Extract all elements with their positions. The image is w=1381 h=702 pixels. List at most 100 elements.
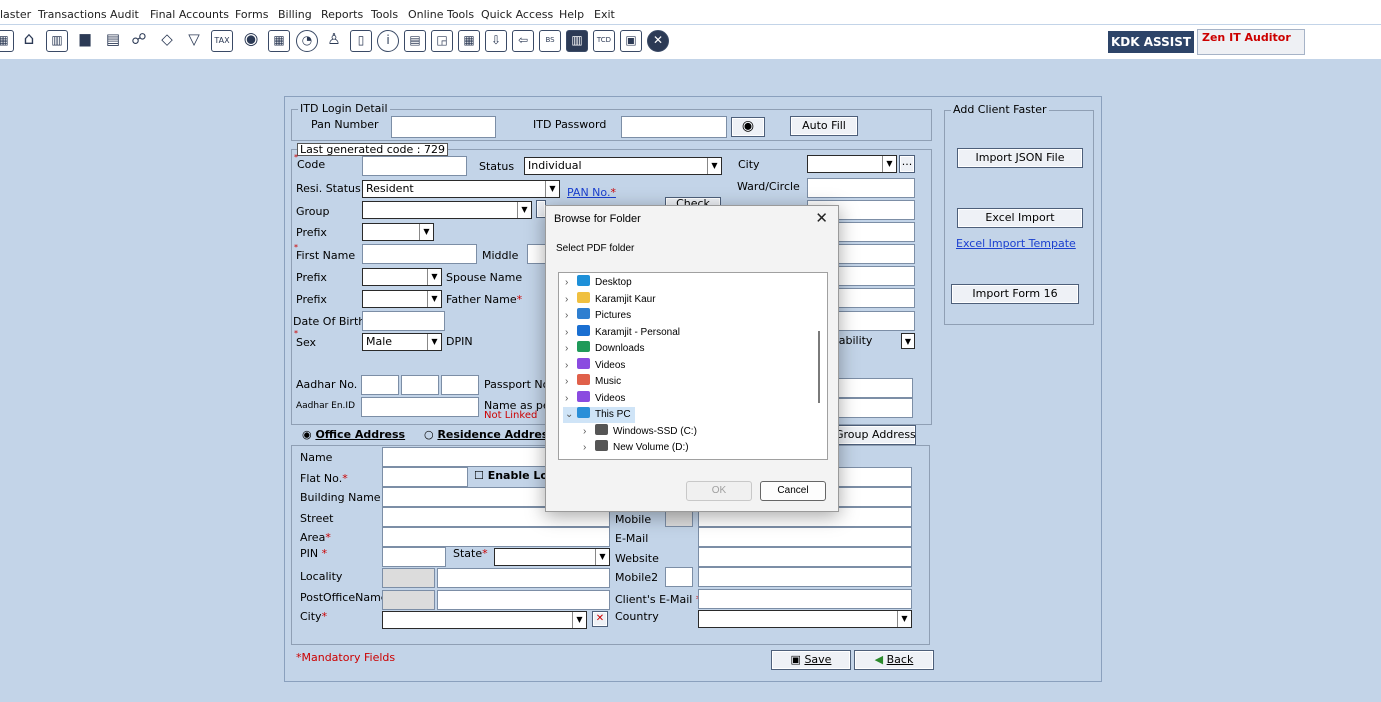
ledger-icon[interactable]: ▣ [620,30,642,52]
show-password-eye-icon[interactable]: ◉ [731,117,765,137]
aadhar-en-input[interactable] [361,397,479,417]
tree-scrollbar[interactable] [818,331,820,403]
menu-master[interactable]: laster [0,8,31,21]
locality-code-input[interactable] [382,568,435,588]
import-icon[interactable]: ⇩ [485,30,507,52]
zen-it-auditor-button[interactable]: Zen IT Auditor [1197,29,1305,55]
city-browse-button[interactable]: ... [899,155,915,173]
tree-item[interactable]: › Desktop [565,275,632,291]
prefix-select[interactable]: ▼ [362,223,434,241]
menu-exit[interactable]: Exit [594,8,615,21]
folder-tree[interactable]: › Desktop › Karamjit Kaur › Pictures › Karamjit… [558,272,828,460]
tree-item[interactable]: › Music [565,374,621,390]
tree-item[interactable]: › Pictures [565,308,631,324]
menu-final-accounts[interactable]: Final Accounts [150,8,229,21]
first-name-input[interactable] [362,244,477,264]
state-select[interactable]: ▼ [494,548,610,566]
office-address-radio[interactable]: ◉ Office Address [302,428,405,441]
ok-button[interactable]: OK [686,481,752,501]
code-input[interactable] [362,156,467,176]
pan-no-label[interactable]: PAN No.* [567,186,616,199]
locality-input[interactable] [437,568,610,588]
chevron-right-icon[interactable]: › [565,308,577,324]
dob-input[interactable] [362,311,445,331]
city-top-select[interactable]: ▼ [807,155,897,173]
chevron-right-icon[interactable]: › [565,325,577,341]
chevron-right-icon[interactable]: › [565,374,577,390]
client-email-input[interactable] [698,589,912,609]
pie-icon[interactable]: ◔ [296,30,318,52]
resi-status-select[interactable]: Resident ▼ [362,180,560,198]
area-input[interactable] [382,527,610,547]
residence-address-radio[interactable]: ○ Residence Addres [424,428,548,441]
ward-circle-input[interactable] [807,178,915,198]
itd-password-input[interactable] [621,116,727,138]
menu-reports[interactable]: Reports [321,8,363,21]
menu-tools[interactable]: Tools [371,8,398,21]
mobile2-code-input[interactable] [665,567,693,587]
books-icon[interactable]: ▥ [566,30,588,52]
tree-item[interactable]: › Karamjit Kaur [565,291,656,308]
menu-billing[interactable]: Billing [278,8,312,21]
group-select[interactable]: ▼ [362,201,532,219]
kdk-assist-button[interactable]: KDK ASSIST [1108,31,1194,53]
import-json-button[interactable]: Import JSON File [957,148,1083,168]
addr-name-input[interactable] [382,447,546,467]
tree-item[interactable]: › Karamjit - Personal [565,324,680,341]
flat-no-input[interactable] [382,467,468,487]
spouse-prefix-select[interactable]: ▼ [362,268,442,286]
tree-item[interactable]: › Downloads [565,341,644,357]
chevron-right-icon[interactable]: › [565,391,577,407]
chevron-right-icon[interactable]: › [565,292,577,308]
mobile2-input[interactable] [698,567,912,587]
sheet-icon[interactable]: ▤ [404,30,426,52]
post-office-input[interactable] [437,590,610,610]
aadhar-part-1[interactable] [361,375,399,395]
tree-item[interactable]: › New Volume (D:) [583,440,689,456]
menu-audit[interactable]: Audit [110,8,139,21]
sex-select[interactable]: Male ▼ [362,333,442,351]
building-icon[interactable]: ▤ [102,30,124,52]
bs-icon[interactable]: BS [539,30,561,52]
document-icon[interactable]: ▯ [350,30,372,52]
disability-select[interactable]: sability ▼ [830,333,915,351]
menu-online-tools[interactable]: Online Tools [408,8,474,21]
addr-city-select[interactable]: ▼ [382,611,587,629]
import-form16-button[interactable]: Import Form 16 [951,284,1079,304]
menu-quick-access[interactable]: Quick Access [481,8,553,21]
father-prefix-select[interactable]: ▼ [362,290,442,308]
home-icon[interactable]: ⌂ [18,30,40,52]
excel-import-button[interactable]: Excel Import [957,208,1083,228]
info-icon[interactable]: i [377,30,399,52]
chevron-right-icon[interactable]: › [565,275,577,291]
tree-item[interactable]: › Videos [565,357,625,374]
schedule-icon[interactable]: ▦ [458,30,480,52]
tax-icon[interactable]: TAX [211,30,233,52]
export-icon[interactable]: ⇦ [512,30,534,52]
enable-location-checkbox[interactable]: ☐ Enable Lo [474,469,548,482]
group-address-button[interactable]: Group Address [834,425,916,445]
aadhar-part-3[interactable] [441,375,479,395]
menu-transactions[interactable]: Transactions [38,8,107,21]
tag-icon[interactable]: ◇ [156,30,178,52]
filter-icon[interactable]: ▽ [183,30,205,52]
report-icon[interactable]: ◲ [431,30,453,52]
bar-chart-icon[interactable]: ▆ [74,30,96,52]
close-app-icon[interactable]: ✕ [647,30,669,52]
chevron-right-icon[interactable]: › [583,424,595,440]
building-name-input[interactable] [382,487,546,507]
calendar-icon[interactable]: ▦ [0,30,14,52]
menu-help[interactable]: Help [559,8,584,21]
pan-number-input[interactable] [391,116,496,138]
auto-fill-button[interactable]: Auto Fill [790,116,858,136]
save-button[interactable]: ▣ Save [771,650,851,670]
tree-item[interactable]: ⌄ This PC [563,407,635,423]
middle-name-input[interactable] [527,244,547,264]
close-icon[interactable]: ✕ [815,209,828,227]
pin-input[interactable] [382,547,446,567]
excel-import-template-link[interactable]: Excel Import Tempate [956,237,1076,250]
chevron-right-icon[interactable]: › [583,440,595,456]
chevron-right-icon[interactable]: › [565,341,577,357]
status-select[interactable]: Individual ▼ [524,157,722,175]
aadhar-part-2[interactable] [401,375,439,395]
